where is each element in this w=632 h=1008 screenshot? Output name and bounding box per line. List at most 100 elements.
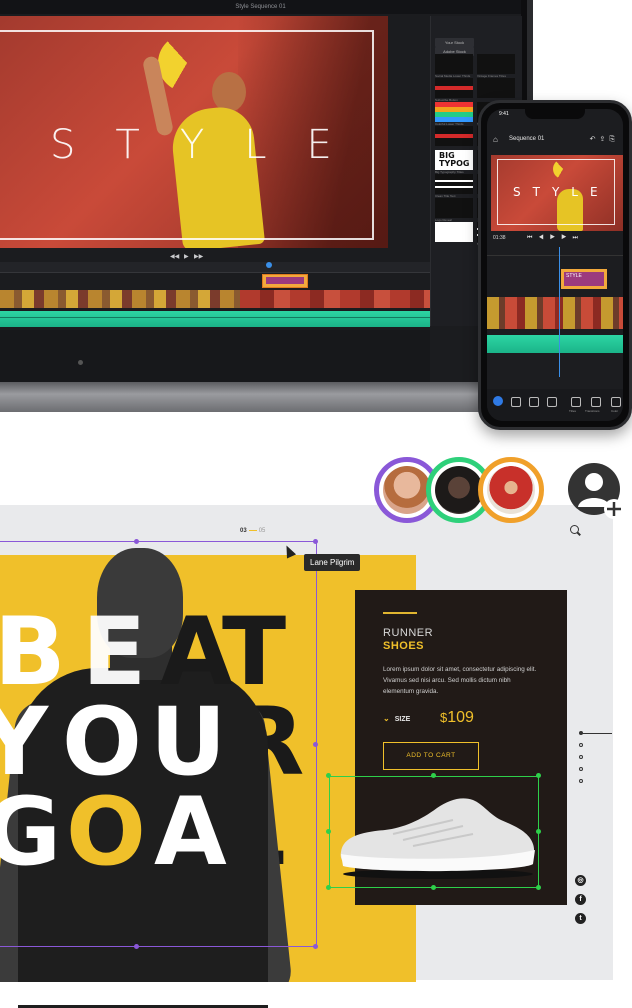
step-forward-icon[interactable]: ▶▶	[194, 253, 203, 260]
play-icon[interactable]: ▶	[184, 253, 189, 260]
selection-handle[interactable]	[313, 742, 318, 747]
home-icon[interactable]: ⌂	[493, 135, 498, 144]
panel-tabs: Your Stock Adobe Stock	[435, 38, 518, 56]
selection-handle[interactable]	[431, 885, 436, 890]
phone-ruler[interactable]	[487, 247, 623, 256]
card-title-line2: SHOES	[383, 640, 425, 652]
phone-preview[interactable]: STYLE	[491, 155, 623, 231]
transport-controls: ◀◀ ▶ ▶▶	[0, 250, 388, 262]
template-thumb[interactable]: Logo Reveal	[435, 198, 473, 222]
template-thumb[interactable]	[435, 126, 473, 146]
audio-track[interactable]	[0, 311, 430, 327]
video-editor-window: Style Sequence 01 STYLE ◀◀ ▶ ▶▶ Your Sto…	[0, 0, 522, 382]
template-thumb[interactable]: Colorful Lower Thirds	[435, 102, 473, 126]
play-icon[interactable]: ▶	[550, 235, 561, 241]
laptop-frame: Style Sequence 01 STYLE ◀◀ ▶ ▶▶ Your Sto…	[0, 0, 533, 412]
video-clip-red[interactable]	[240, 290, 430, 308]
preview-title-text: STYLE	[50, 122, 372, 168]
program-monitor-preview[interactable]: STYLE	[0, 16, 388, 248]
image-selection-box[interactable]	[0, 541, 317, 947]
step-back-icon[interactable]: ◀◀	[170, 253, 179, 260]
card-description: Lorem ipsum dolor sit amet, consectetur …	[383, 666, 537, 695]
step-back-icon[interactable]: ◀	[538, 235, 549, 241]
collaborator-cursor-label: Lane Pilgrim	[304, 554, 361, 571]
twitter-icon[interactable]: t	[575, 913, 586, 924]
collaborator-avatar[interactable]	[478, 457, 544, 523]
titles-icon[interactable]	[571, 397, 581, 407]
facebook-icon[interactable]: f	[575, 894, 586, 905]
selection-handle[interactable]	[431, 773, 436, 778]
editor-bottom-bar	[0, 330, 430, 382]
add-media-button[interactable]	[493, 396, 503, 406]
trim-icon[interactable]	[529, 397, 539, 407]
sequence-title: Sequence 01	[509, 136, 545, 142]
section-nav-dot[interactable]	[579, 779, 583, 783]
instagram-icon[interactable]: ◎	[575, 875, 586, 886]
selection-handle[interactable]	[326, 773, 331, 778]
slide-total: 05	[258, 528, 266, 534]
template-thumb[interactable]	[435, 222, 473, 242]
phone-title-clip[interactable]: STYLE	[561, 269, 607, 289]
timecode: 01:38	[493, 235, 506, 241]
phone-video-track[interactable]	[487, 297, 623, 329]
selection-handle[interactable]	[326, 885, 331, 890]
avatar	[435, 466, 483, 514]
export-icon[interactable]: ⎘	[609, 136, 619, 143]
skip-forward-icon[interactable]: ⏭	[572, 235, 583, 241]
selection-handle[interactable]	[313, 539, 318, 544]
price-value: 109	[447, 709, 474, 726]
color-icon[interactable]	[611, 397, 621, 407]
shoe-selection-box[interactable]	[329, 776, 539, 888]
slide-current: 03	[240, 528, 247, 534]
template-thumb[interactable]	[477, 78, 515, 98]
headline-goal: GOAL	[0, 0, 1, 1]
section-nav-dot[interactable]	[579, 731, 583, 735]
transitions-label: Transitions	[585, 409, 600, 413]
selection-handle[interactable]	[536, 773, 541, 778]
phone-clip-label: STYLE	[564, 272, 604, 286]
transitions-icon[interactable]	[591, 397, 601, 407]
template-thumb-big-typog[interactable]: BIG TYPOG Big Typography Titles	[435, 150, 473, 174]
page-bottom	[0, 982, 632, 1005]
big-typog-text: BIG TYPOG	[439, 151, 470, 168]
template-thumb[interactable]: Vintage Frames Titles	[477, 54, 515, 78]
selection-handle[interactable]	[313, 944, 318, 949]
add-user-icon[interactable]	[566, 461, 626, 521]
window-title: Style Sequence 01	[0, 0, 521, 14]
section-nav-dot[interactable]	[579, 743, 583, 747]
selection-handle[interactable]	[536, 829, 541, 834]
size-selector[interactable]: ⌄ SIZE	[383, 714, 410, 723]
phone-screen: 9:41 ⌂ Sequence 01 ↶⇪⎘ STYLE 01:38 ⏮◀▶▶⏭…	[487, 109, 623, 421]
section-nav-dot[interactable]	[579, 755, 583, 759]
phone-transport: ⏮◀▶▶⏭	[527, 235, 584, 242]
add-to-cart-button[interactable]: ADD TO CART	[383, 742, 479, 770]
phone-audio-track[interactable]	[487, 335, 623, 353]
media-icon[interactable]	[511, 397, 521, 407]
template-thumb[interactable]: Subscribe Button	[435, 78, 473, 102]
title-clip[interactable]	[262, 274, 308, 288]
chevron-down-icon: ⌄	[383, 714, 390, 723]
search-icon[interactable]	[570, 525, 579, 534]
phone-notch	[525, 109, 585, 119]
selection-handle[interactable]	[536, 885, 541, 890]
undo-icon[interactable]: ↶	[590, 136, 600, 143]
avatar	[383, 466, 431, 514]
laptop-base	[0, 382, 540, 412]
playhead[interactable]	[266, 262, 272, 268]
tab-your-stock[interactable]: Your Stock	[435, 38, 474, 47]
selection-handle[interactable]	[326, 829, 331, 834]
selection-handle[interactable]	[134, 944, 139, 949]
share-icon[interactable]: ⇪	[600, 136, 610, 143]
video-track[interactable]	[0, 290, 430, 308]
section-nav-line	[582, 733, 612, 734]
step-forward-icon[interactable]: ▶	[561, 235, 572, 241]
template-thumb[interactable]: Clean Title Text	[435, 174, 473, 198]
section-nav-dot[interactable]	[579, 767, 583, 771]
timeline-ruler[interactable]	[0, 262, 430, 273]
selection-handle[interactable]	[134, 539, 139, 544]
template-thumb[interactable]: Social Media Lower Thirds	[435, 54, 473, 78]
skip-back-icon[interactable]: ⏮	[527, 235, 538, 241]
audio-icon[interactable]	[547, 397, 557, 407]
phone-playhead[interactable]	[559, 247, 560, 377]
status-time: 9:41	[499, 111, 509, 117]
